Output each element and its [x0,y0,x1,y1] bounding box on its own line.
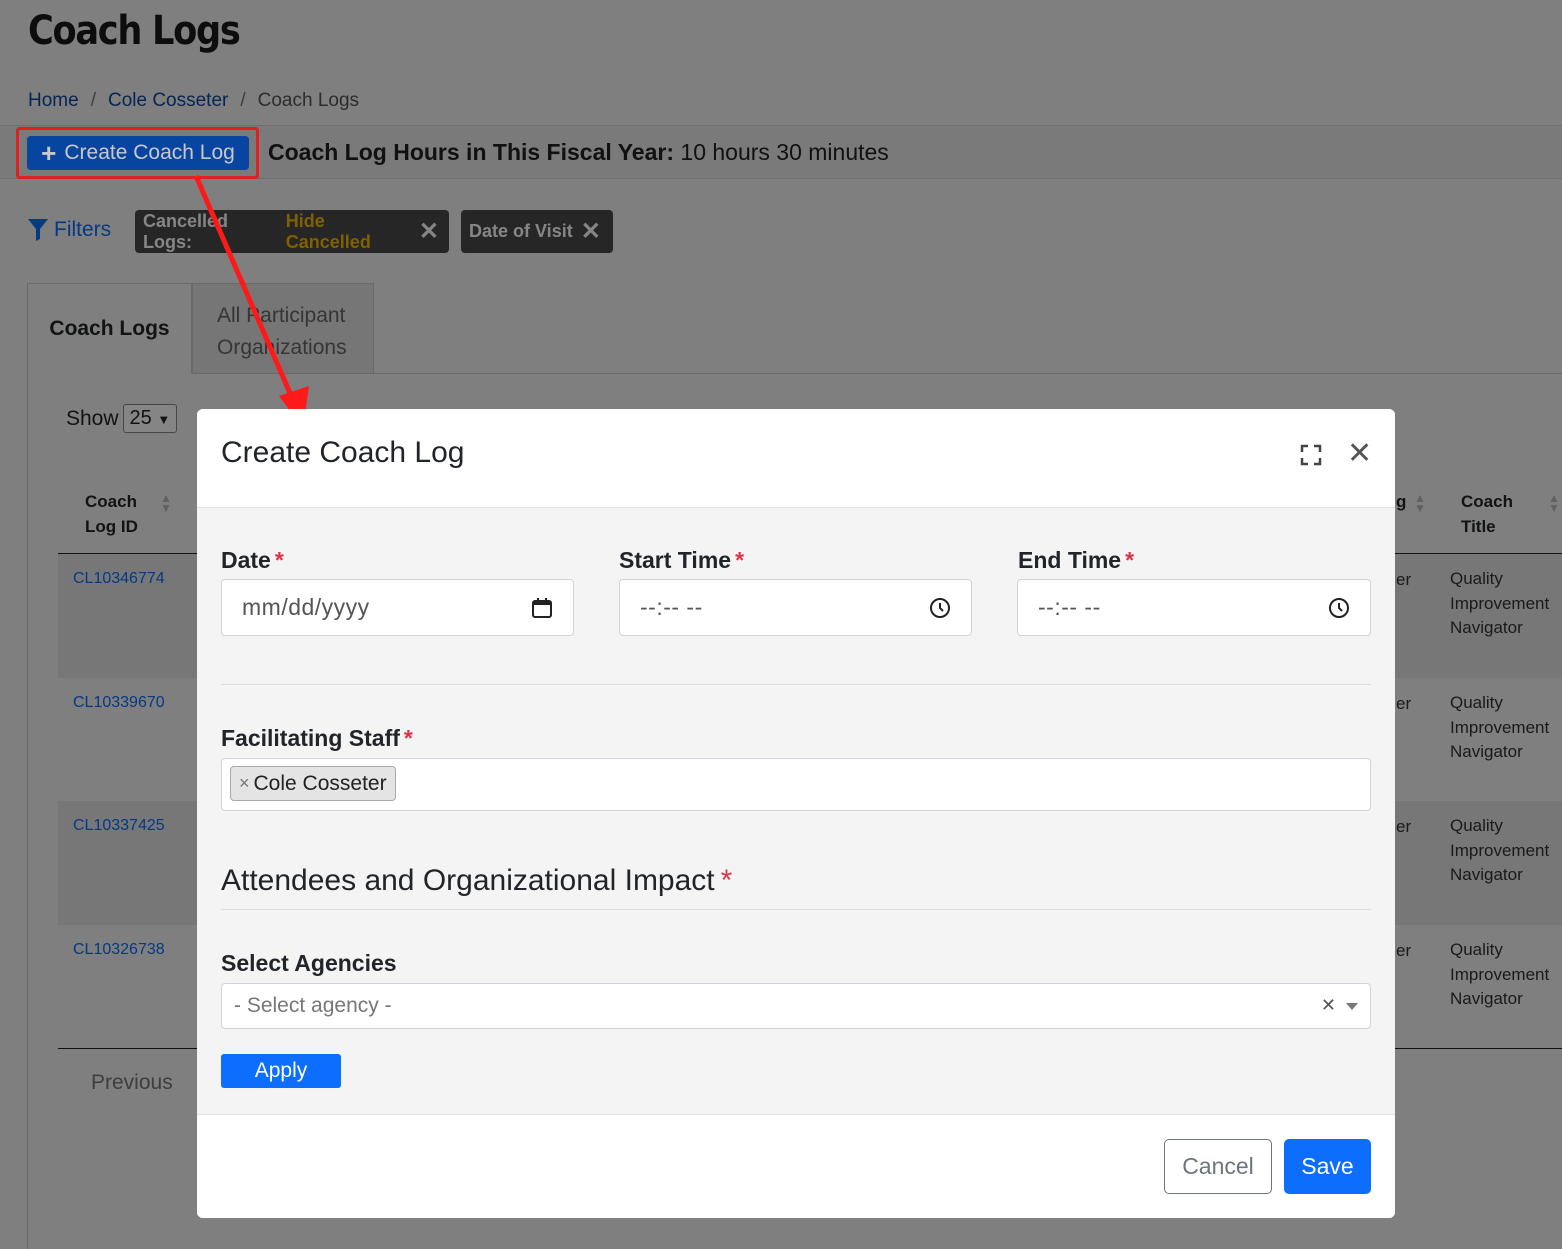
end-time-label-text: End Time [1018,547,1122,573]
modal-body: Date * mm/dd/yyyy Start Time * --:-- -- En… [197,508,1395,1114]
required-marker: * [403,725,413,751]
section-divider [221,909,1371,910]
agency-select[interactable]: - Select agency - ✕ [221,983,1371,1029]
end-time-label: End Time * [1018,547,1134,574]
save-button[interactable]: Save [1284,1139,1371,1194]
date-input[interactable]: mm/dd/yyyy [221,579,574,636]
apply-button[interactable]: Apply [221,1054,341,1088]
date-label: Date * [221,547,284,574]
clear-icon[interactable]: ✕ [1321,995,1336,1016]
highlight-annotation-box [16,127,259,179]
select-agencies-label: Select Agencies [221,950,397,976]
facilitating-staff-label: Facilitating Staff * [221,725,413,752]
create-coach-log-modal: Create Coach Log ✕ Date * mm/dd/yyyy Star… [197,409,1395,1218]
staff-tag-label: Cole Cosseter [253,771,387,795]
staff-tag: × Cole Cosseter [230,766,396,801]
start-time-input[interactable]: --:-- -- [619,579,972,636]
attendees-section-title-text: Attendees and Organizational Impact [221,864,715,897]
start-time-label: Start Time * [619,547,744,574]
start-time-placeholder: --:-- -- [640,594,703,620]
remove-tag-icon[interactable]: × [239,773,250,794]
section-divider [221,684,1371,685]
date-label-text: Date [221,547,271,573]
modal-title: Create Coach Log [221,436,465,469]
facilitating-staff-label-text: Facilitating Staff [221,725,400,751]
date-placeholder: mm/dd/yyyy [242,594,370,620]
required-marker: * [720,864,733,897]
modal-footer: Cancel Save [197,1114,1395,1218]
calendar-icon[interactable] [531,597,553,619]
expand-icon[interactable] [1300,444,1322,466]
clock-icon[interactable] [1328,597,1350,619]
end-time-placeholder: --:-- -- [1038,594,1101,620]
end-time-input[interactable]: --:-- -- [1017,579,1371,636]
facilitating-staff-select[interactable]: × Cole Cosseter [221,758,1371,811]
required-marker: * [1125,547,1135,573]
modal-header: Create Coach Log ✕ [197,409,1395,508]
start-time-label-text: Start Time [619,547,732,573]
required-marker: * [274,547,284,573]
close-icon[interactable]: ✕ [1347,439,1372,469]
clock-icon[interactable] [929,597,951,619]
attendees-section-title: Attendees and Organizational Impact * [221,864,732,898]
chevron-down-icon[interactable] [1346,1003,1358,1010]
cancel-button[interactable]: Cancel [1164,1139,1272,1194]
agency-placeholder: - Select agency - [234,994,392,1017]
required-marker: * [735,547,745,573]
